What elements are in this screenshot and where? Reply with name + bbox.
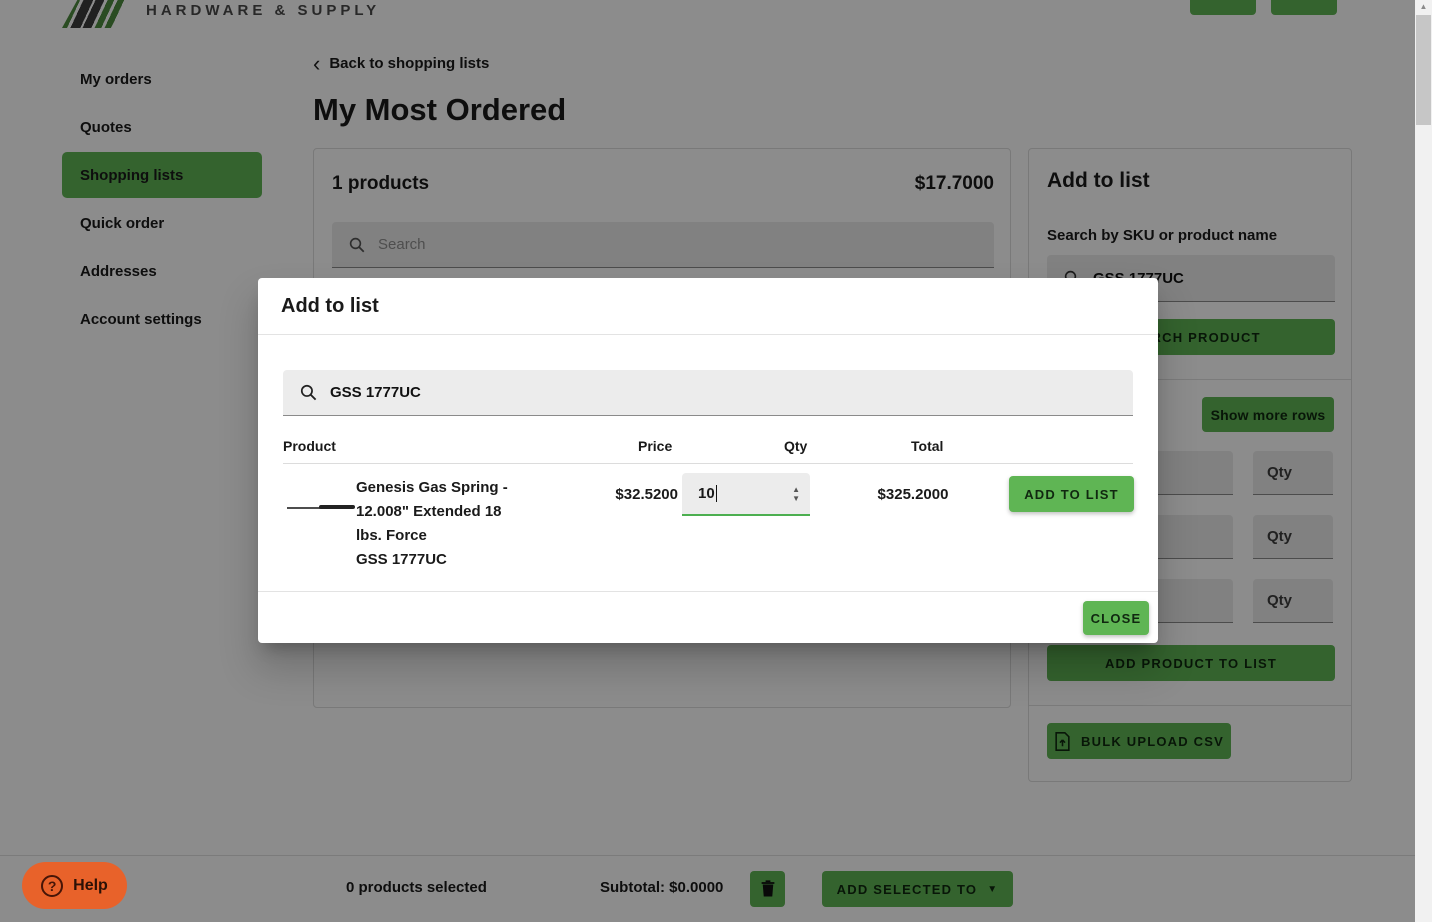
column-header-product: Product (283, 438, 336, 454)
modal-search-input[interactable] (330, 384, 1117, 401)
product-price: $32.5200 (615, 486, 678, 503)
column-header-qty: Qty (784, 438, 808, 454)
modal-search-field[interactable] (283, 370, 1133, 416)
qty-value: 10 (698, 485, 715, 502)
qty-input[interactable]: 10 ▲ ▼ (682, 473, 810, 516)
table-header-divider (283, 463, 1133, 464)
modal-title: Add to list (281, 294, 379, 317)
product-image (285, 478, 355, 538)
page-scrollbar[interactable]: ▲ (1415, 0, 1432, 922)
product-name-line: lbs. Force (356, 527, 427, 544)
text-caret (715, 485, 717, 502)
help-button[interactable]: ? Help (22, 862, 127, 909)
spinner-down-icon[interactable]: ▼ (792, 494, 800, 502)
product-name-line: Genesis Gas Spring - (356, 479, 508, 496)
search-icon (300, 384, 317, 401)
column-header-total: Total (911, 438, 944, 454)
qty-stepper[interactable]: ▲ ▼ (792, 485, 800, 502)
spinner-up-icon[interactable]: ▲ (792, 485, 800, 493)
help-label: Help (73, 876, 108, 894)
gas-spring-rod (287, 507, 321, 509)
gas-spring-body (319, 505, 355, 509)
scroll-up-icon[interactable]: ▲ (1415, 2, 1432, 11)
add-to-list-button[interactable]: ADD TO LIST (1009, 476, 1134, 512)
product-name-line: 12.008" Extended 18 (356, 503, 502, 520)
column-header-price: Price (638, 438, 673, 454)
modal-header: Add to list (258, 278, 1158, 335)
product-name: Genesis Gas Spring - 12.008" Extended 18… (356, 476, 528, 572)
product-sku: GSS 1777UC (356, 551, 447, 568)
close-button[interactable]: CLOSE (1083, 601, 1149, 635)
scrollbar-thumb[interactable] (1416, 15, 1431, 125)
add-to-list-modal: Add to list Product Price Qty Total Gene… (258, 278, 1158, 643)
table-row-divider (258, 591, 1158, 592)
product-total: $325.2000 (877, 486, 949, 503)
question-mark-icon: ? (41, 874, 64, 897)
